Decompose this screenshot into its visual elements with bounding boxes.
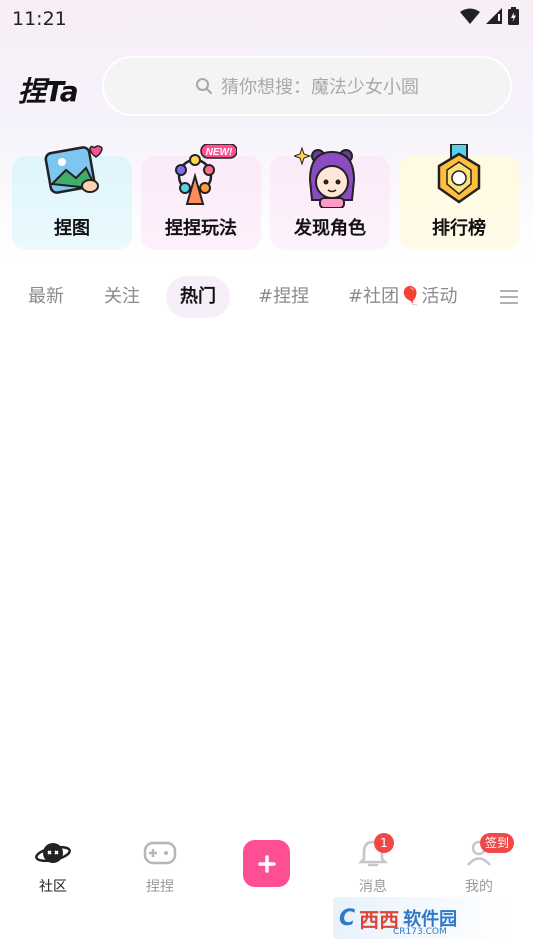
menu-icon[interactable]: [500, 289, 518, 305]
card-label: 捏图: [54, 218, 90, 239]
watermark-url: CR173.COM: [393, 927, 447, 937]
battery-icon: [508, 7, 519, 25]
search-icon: [196, 78, 212, 94]
nav-pinch[interactable]: 捏捏: [115, 838, 205, 896]
tab-club-activity[interactable]: #社团🎈活动: [348, 276, 458, 318]
category-tabs: 最新 关注 热门 #捏捏 #社团🎈活动: [0, 276, 533, 318]
search-bar[interactable]: 猜你想搜：魔法少女小圆: [102, 56, 512, 116]
search-placeholder: 猜你想搜：魔法少女小圆: [221, 77, 419, 98]
card-pinch-image[interactable]: 捏图: [12, 145, 132, 250]
card-pinch-gameplay[interactable]: NEW! 捏捏玩法: [141, 144, 261, 250]
card-label: 排行榜: [432, 218, 486, 239]
picture-frame-icon: [44, 145, 103, 194]
character-avatar-icon: [294, 146, 356, 208]
status-icons: [460, 7, 519, 25]
tab-latest[interactable]: 最新: [28, 276, 64, 318]
nav-label: 消息: [359, 879, 387, 895]
status-bar: 11:21: [0, 0, 533, 36]
tab-pinch-topic[interactable]: #捏捏: [258, 276, 309, 318]
nav-community[interactable]: 社区: [8, 838, 98, 896]
check-in-badge: 签到: [480, 833, 514, 853]
app-logo: 捏Ta: [18, 75, 79, 108]
wifi-icon: [460, 8, 480, 24]
new-badge: NEW!: [206, 147, 233, 158]
tab-hot[interactable]: 热门: [166, 276, 230, 318]
bottom-nav: 社区 捏捏 消息 1 我的 签到: [0, 820, 533, 900]
signal-icon: [486, 8, 502, 24]
card-label: 捏捏玩法: [165, 218, 237, 239]
nav-messages[interactable]: 消息: [328, 838, 418, 896]
gamepad-icon: [143, 841, 177, 865]
tab-following[interactable]: 关注: [104, 276, 140, 318]
card-label: 发现角色: [294, 218, 366, 239]
plus-icon: [257, 854, 276, 873]
nav-label: 捏捏: [146, 879, 174, 895]
card-discover-characters[interactable]: 发现角色: [270, 146, 390, 250]
create-post-button[interactable]: [243, 840, 290, 887]
watermark-c-icon: C: [339, 905, 356, 931]
watermark-logo: C 西西 软件园 CR173.COM: [333, 897, 513, 939]
planet-icon: [35, 843, 71, 863]
feature-cards: 捏图 NEW! 捏捏玩法 发现角色 排行榜: [12, 144, 524, 250]
medal-icon: [437, 144, 481, 204]
ferris-wheel-icon: NEW!: [175, 144, 237, 205]
nav-label: 我的: [465, 879, 493, 895]
card-leaderboard[interactable]: 排行榜: [399, 144, 519, 250]
nav-label: 社区: [39, 879, 67, 895]
status-time: 11:21: [12, 8, 67, 30]
home-indicator-area: [0, 942, 533, 948]
message-count-badge: 1: [374, 833, 394, 853]
